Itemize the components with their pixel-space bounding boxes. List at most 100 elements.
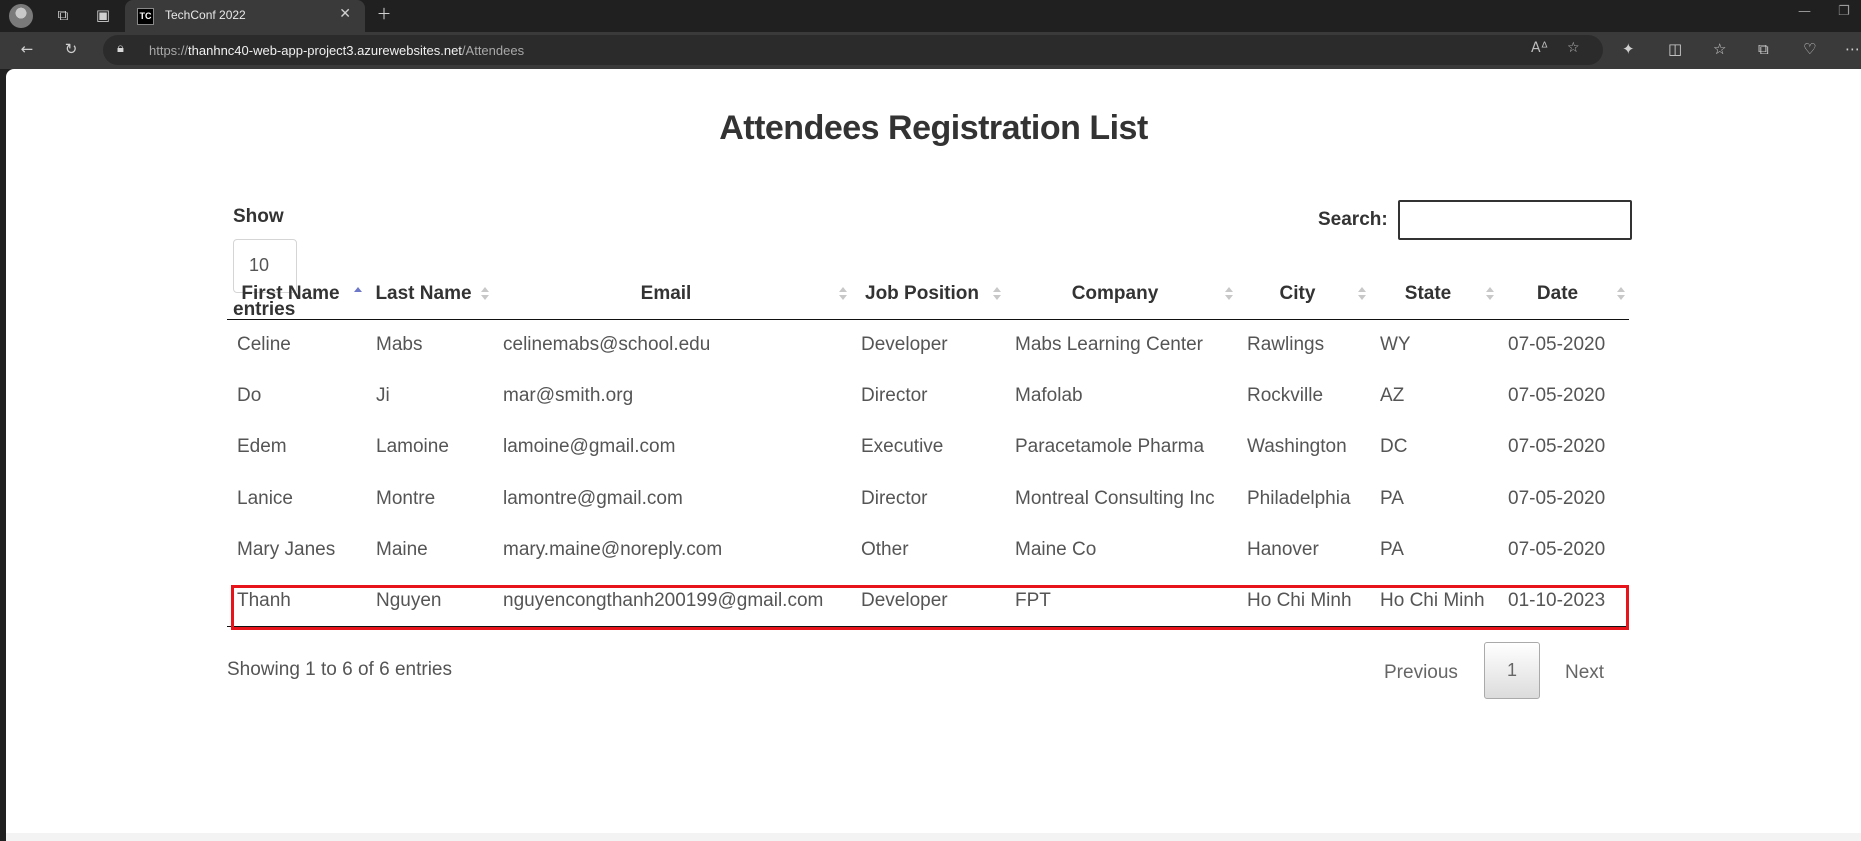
date-cell: 07-05-2020 (1508, 538, 1606, 560)
column-header-label: State (1404, 282, 1452, 304)
company-cell: Mafolab (1015, 384, 1083, 406)
tab-title: TechConf 2022 (165, 8, 246, 22)
workspaces-icon[interactable]: ⧉ (52, 5, 74, 27)
sort-icon (1358, 287, 1366, 301)
last-name-cell: Maine (376, 538, 428, 560)
table-header-row: First Name Last Name Email Job Position … (227, 269, 1629, 320)
date-cell: 07-05-2020 (1508, 436, 1606, 458)
email-cell: lamoine@gmail.com (503, 436, 676, 458)
company-cell: Maine Co (1015, 538, 1097, 560)
tab-bar: ⧉ ▣ TC TechConf 2022 ✕ ＋ — ❐ (0, 0, 1861, 32)
favorites-icon[interactable]: ☆ (1713, 40, 1726, 58)
column-header-label: Company (1071, 282, 1159, 304)
attendees-table: First Name Last Name Email Job Position … (227, 269, 1629, 628)
page-1-button[interactable]: 1 (1484, 642, 1540, 699)
first-name-cell: Lanice (237, 487, 293, 509)
sort-icon (839, 287, 847, 301)
table-row-highlighted: Thanh Nguyen nguyencongthanh200199@gmail… (227, 575, 1629, 628)
city-cell: Washington (1247, 436, 1347, 458)
email-cell: lamontre@gmail.com (503, 487, 683, 509)
job-position-cell: Executive (861, 436, 944, 458)
column-header-label: Last Name (375, 282, 472, 304)
tab-favicon: TC (137, 8, 154, 25)
table-info: Showing 1 to 6 of 6 entries (227, 659, 452, 680)
column-header[interactable]: Last Name (366, 269, 493, 320)
city-cell: Rockville (1247, 384, 1324, 406)
company-cell: Mabs Learning Center (1015, 333, 1203, 355)
job-position-cell: Developer (861, 333, 948, 355)
state-cell: WY (1380, 333, 1411, 355)
date-cell: 07-05-2020 (1508, 384, 1606, 406)
column-header[interactable]: Job Position (851, 269, 1005, 320)
last-name-cell: Mabs (376, 333, 423, 355)
table-row: Mary Janes Maine mary.maine@noreply.com … (227, 524, 1629, 575)
page-footer-strip (6, 833, 1861, 841)
company-cell: Montreal Consulting Inc (1015, 487, 1215, 509)
city-cell: Rawlings (1247, 333, 1325, 355)
column-header-label: City (1279, 282, 1316, 304)
last-name-cell: Lamoine (376, 436, 449, 458)
table-row: Lanice Montre lamontre@gmail.com Directo… (227, 473, 1629, 524)
first-name-cell: Edem (237, 436, 287, 458)
address-bar[interactable]: 🔒︎ https://thanhnc40-web-app-project3.az… (103, 35, 1603, 65)
table-row: Celine Mabs celinemabs@school.edu Develo… (227, 319, 1629, 370)
tab-actions-icon[interactable]: ▣ (92, 5, 114, 27)
url-domain: thanhnc40-web-app-project3.azurewebsites… (188, 43, 462, 58)
column-header-label: Email (640, 282, 692, 304)
sort-ascending-icon (354, 287, 362, 301)
sort-icon (1486, 287, 1494, 301)
column-header[interactable]: City (1237, 269, 1370, 320)
refresh-icon[interactable]: ↻ (60, 39, 82, 61)
extensions-icon[interactable]: ✦ (1622, 40, 1635, 58)
city-cell: Philadelphia (1247, 487, 1351, 509)
sort-icon (1617, 287, 1625, 301)
url-text[interactable]: https://thanhnc40-web-app-project3.azure… (149, 43, 524, 58)
sort-icon (993, 287, 1001, 301)
column-header[interactable]: First Name (227, 269, 366, 320)
more-icon[interactable]: ⋯ (1845, 40, 1860, 58)
collections-icon[interactable]: ⧉ (1758, 40, 1769, 58)
first-name-cell: Mary Janes (237, 538, 336, 560)
close-icon[interactable]: ✕ (339, 6, 351, 22)
url-path: /Attendees (461, 43, 525, 58)
column-header-label: First Name (241, 282, 340, 304)
restore-icon[interactable]: ❐ (1838, 4, 1850, 19)
email-cell: mary.maine@noreply.com (503, 538, 723, 560)
column-header[interactable]: Email (493, 269, 851, 320)
state-cell: PA (1380, 487, 1404, 509)
avatar[interactable] (9, 4, 33, 28)
browser-toolbar: ← ↻ 🔒︎ https://thanhnc40-web-app-project… (0, 32, 1861, 69)
first-name-cell: Do (237, 384, 262, 406)
column-header-label: Date (1536, 282, 1579, 304)
email-cell: nguyencongthanh200199@gmail.com (493, 575, 851, 628)
last-name-cell: Montre (376, 487, 436, 509)
date-cell: 07-05-2020 (1508, 487, 1606, 509)
search-input[interactable] (1398, 200, 1632, 240)
previous-page-button[interactable]: Previous (1384, 662, 1458, 684)
last-name-cell: Nguyen (366, 575, 493, 628)
column-header[interactable]: Company (1005, 269, 1237, 320)
page-title: Attendees Registration List (719, 109, 1148, 147)
column-header[interactable]: Date (1498, 269, 1629, 320)
minimize-icon[interactable]: — (1798, 4, 1811, 19)
email-cell: mar@smith.org (503, 384, 634, 406)
company-cell: FPT (1005, 575, 1237, 628)
last-name-cell: Ji (376, 384, 390, 406)
split-screen-icon[interactable]: ◫ (1668, 40, 1682, 58)
new-tab-icon[interactable]: ＋ (373, 4, 395, 26)
table-row: Edem Lamoine lamoine@gmail.com Executive… (227, 422, 1629, 473)
job-position-cell: Other (861, 538, 909, 560)
browser-essentials-icon[interactable]: ♡ (1803, 40, 1816, 58)
column-header[interactable]: State (1370, 269, 1498, 320)
email-cell: celinemabs@school.edu (503, 333, 711, 355)
state-cell: Ho Chi Minh (1370, 575, 1498, 628)
first-name-cell: Celine (237, 333, 291, 355)
first-name-cell: Thanh (227, 575, 366, 628)
lock-icon[interactable]: 🔒︎ (117, 41, 124, 56)
favorite-star-icon[interactable]: ☆ (1567, 40, 1580, 56)
browser-tab[interactable]: TC TechConf 2022 ✕ (125, 0, 365, 32)
read-aloud-icon[interactable]: Aᐞ (1531, 40, 1548, 56)
length-label: Show (233, 206, 284, 227)
back-icon[interactable]: ← (16, 39, 38, 61)
next-page-button[interactable]: Next (1565, 662, 1604, 684)
